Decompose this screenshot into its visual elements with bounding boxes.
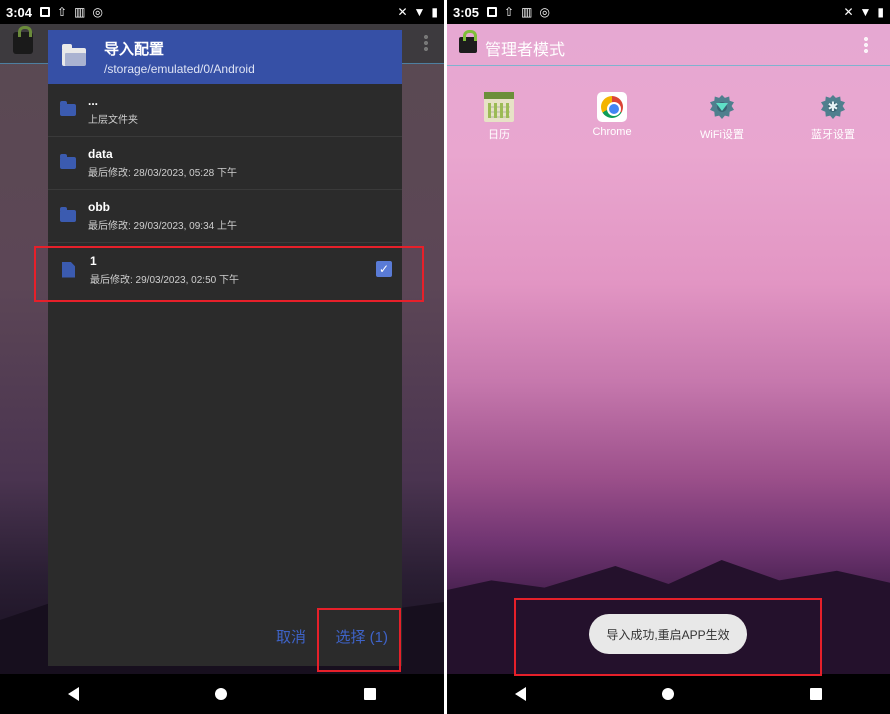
dialog-path: /storage/emulated/0/Android xyxy=(104,62,255,76)
recents-icon[interactable] xyxy=(810,688,822,700)
wifi-icon: ▼ xyxy=(859,5,872,19)
file-name: obb xyxy=(88,200,110,214)
open-folder-icon xyxy=(62,44,86,66)
bluetooth-settings-icon: ✱ xyxy=(818,92,848,122)
file-row-parent[interactable]: ... 上层文件夹 xyxy=(48,84,402,137)
barcode-icon: ▥ xyxy=(521,5,533,19)
home-icon[interactable] xyxy=(662,688,674,700)
highlight-select-button xyxy=(317,608,401,672)
at-icon: ◎ xyxy=(92,5,103,19)
at-icon: ◎ xyxy=(539,5,550,19)
upload-icon: ⇧ xyxy=(57,5,68,19)
file-name: data xyxy=(88,147,113,161)
dialog-header: 导入配置 /storage/emulated/0/Android xyxy=(48,30,402,84)
barcode-icon: ▥ xyxy=(74,5,86,19)
dialog-title: 导入配置 xyxy=(104,41,165,58)
file-subtitle: 最后修改: 29/03/2023, 09:34 上午 xyxy=(88,221,237,232)
file-row-obb[interactable]: obb 最后修改: 29/03/2023, 09:34 上午 xyxy=(48,190,402,243)
home-icon[interactable] xyxy=(215,688,228,700)
import-config-dialog: 导入配置 /storage/emulated/0/Android ... 上层文… xyxy=(48,30,402,666)
chrome-icon xyxy=(597,92,627,122)
page-title: 管理者模式 xyxy=(485,42,566,59)
image-notification-icon xyxy=(487,7,498,17)
cancel-button[interactable]: 取消 xyxy=(276,626,306,647)
status-bar: 3:05 ⇧ ▥ ◎ ✕ ▼ ▮ xyxy=(447,0,890,24)
folder-icon xyxy=(60,207,76,222)
image-notification-icon xyxy=(40,7,51,17)
battery-icon: ▮ xyxy=(877,5,884,19)
wifi-icon: ▼ xyxy=(413,5,426,19)
app-header: 管理者模式 xyxy=(447,24,890,66)
mute-icon: ✕ xyxy=(397,5,408,19)
app-label: 日历 xyxy=(488,129,510,141)
file-subtitle: 上层文件夹 xyxy=(88,115,138,126)
app-chrome[interactable]: Chrome xyxy=(572,92,652,138)
folder-icon xyxy=(60,101,76,116)
nav-bar xyxy=(0,674,444,714)
wallpaper: 管理者模式 日历 Chrome WiFi设置 ✱ 蓝牙设置 xyxy=(447,24,890,674)
back-icon[interactable] xyxy=(68,687,80,701)
mute-icon: ✕ xyxy=(843,5,854,19)
file-row-data[interactable]: data 最后修改: 28/03/2023, 05:28 下午 xyxy=(48,137,402,190)
folder-icon xyxy=(60,154,76,169)
app-bluetooth-settings[interactable]: ✱ 蓝牙设置 xyxy=(793,92,873,142)
highlight-file-row xyxy=(34,246,424,302)
app-label: Chrome xyxy=(592,126,632,138)
file-subtitle: 最后修改: 28/03/2023, 05:28 下午 xyxy=(88,168,237,179)
lock-icon xyxy=(459,30,477,53)
left-screen: 3:04 ⇧ ▥ ◎ ✕ ▼ ▮ 导入配置 /storage/emulated/… xyxy=(0,0,444,714)
right-screen: 3:05 ⇧ ▥ ◎ ✕ ▼ ▮ 管理者模式 日历 Chrome WiFi设置 … xyxy=(447,0,890,714)
back-icon[interactable] xyxy=(515,687,526,701)
highlight-toast xyxy=(514,598,822,676)
wifi-settings-icon xyxy=(707,92,737,122)
lock-icon xyxy=(13,26,33,54)
battery-icon: ▮ xyxy=(431,5,438,19)
overflow-menu-icon xyxy=(424,34,428,52)
app-label: WiFi设置 xyxy=(700,129,744,141)
status-time: 3:04 xyxy=(6,4,33,20)
app-calendar[interactable]: 日历 xyxy=(459,92,539,142)
status-time: 3:05 xyxy=(453,4,480,20)
overflow-menu-icon[interactable] xyxy=(864,36,868,54)
nav-bar xyxy=(447,674,890,714)
upload-icon: ⇧ xyxy=(504,5,515,19)
app-wifi-settings[interactable]: WiFi设置 xyxy=(682,92,762,142)
recents-icon[interactable] xyxy=(363,688,376,700)
app-label: 蓝牙设置 xyxy=(811,129,855,141)
file-name: ... xyxy=(88,94,99,108)
calendar-icon xyxy=(484,92,514,122)
status-bar: 3:04 ⇧ ▥ ◎ ✕ ▼ ▮ xyxy=(0,0,444,24)
